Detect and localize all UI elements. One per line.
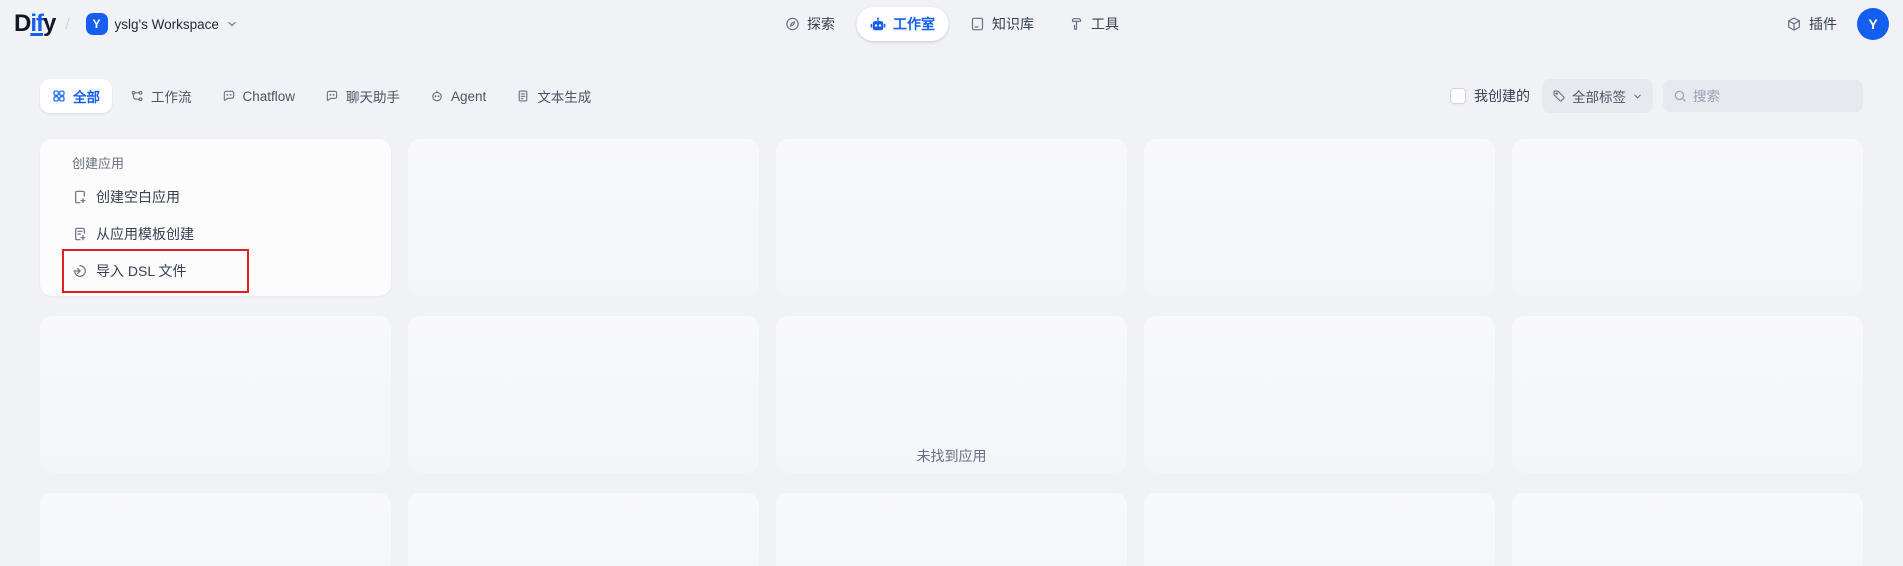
app-type-tabs: 全部 工作流 Chatflow 聊天助手 Agent xyxy=(40,79,603,113)
tab-label: Agent xyxy=(451,89,486,104)
filter-controls: 我创建的 全部标签 xyxy=(1450,79,1863,113)
grid-icon xyxy=(52,89,66,103)
header-left: Dify / Y yslg's Workspace xyxy=(14,9,244,39)
tab-chat-assistant[interactable]: 聊天助手 xyxy=(313,79,412,113)
compass-icon xyxy=(784,16,800,32)
app-card-placeholder xyxy=(1144,316,1495,473)
logo-letters-if: if xyxy=(30,10,43,37)
main-nav: 探索 工作室 知识库 工具 xyxy=(771,7,1132,41)
header-right: 插件 Y xyxy=(1778,8,1889,40)
workspace-name: yslg's Workspace xyxy=(115,17,219,32)
created-by-me-filter[interactable]: 我创建的 xyxy=(1450,86,1530,106)
app-card-placeholder xyxy=(1512,316,1863,473)
app-card-placeholder xyxy=(408,316,759,473)
tab-label: 全部 xyxy=(73,86,100,106)
tab-label: 文本生成 xyxy=(537,86,591,106)
breadcrumb-divider: / xyxy=(65,16,69,33)
nav-item-tools[interactable]: 工具 xyxy=(1055,7,1132,41)
create-blank-app-button[interactable]: 创建空白应用 xyxy=(72,183,371,211)
app-card-placeholder xyxy=(40,316,391,473)
chat-bubble-icon xyxy=(222,89,236,103)
tab-label: 聊天助手 xyxy=(346,86,400,106)
app-card-placeholder xyxy=(40,493,391,566)
tools-icon xyxy=(1068,16,1084,32)
created-by-me-checkbox[interactable] xyxy=(1450,88,1466,104)
app-card-placeholder xyxy=(1512,139,1863,296)
import-dsl-button[interactable]: 导入 DSL 文件 xyxy=(72,257,371,285)
tag-filter-dropdown[interactable]: 全部标签 xyxy=(1542,79,1653,113)
document-icon xyxy=(516,89,530,103)
search-icon xyxy=(1673,89,1687,103)
app-card-placeholder xyxy=(776,493,1127,566)
create-item-label: 导入 DSL 文件 xyxy=(96,261,187,281)
tab-workflow[interactable]: 工作流 xyxy=(118,79,204,113)
book-icon xyxy=(969,16,985,32)
create-from-template-button[interactable]: 从应用模板创建 xyxy=(72,220,371,248)
nav-item-label: 工作室 xyxy=(893,14,935,34)
plugins-label: 插件 xyxy=(1809,14,1837,34)
nav-item-knowledge[interactable]: 知识库 xyxy=(956,7,1047,41)
app-card-placeholder xyxy=(408,493,759,566)
tab-agent[interactable]: Agent xyxy=(418,82,498,111)
app-card-placeholder xyxy=(1512,493,1863,566)
dify-logo[interactable]: Dify xyxy=(14,10,55,38)
logo-letter-d: D xyxy=(14,10,30,37)
create-item-label: 从应用模板创建 xyxy=(96,224,194,244)
tab-chatflow[interactable]: Chatflow xyxy=(210,82,308,111)
app-header: Dify / Y yslg's Workspace 探索 工作室 xyxy=(0,0,1903,48)
agent-icon xyxy=(430,89,444,103)
search-box[interactable] xyxy=(1663,80,1863,112)
search-input[interactable] xyxy=(1693,89,1853,104)
tab-label: 工作流 xyxy=(151,86,192,106)
workflow-icon xyxy=(130,89,144,103)
chevron-down-icon xyxy=(226,18,238,30)
tab-text-generation[interactable]: 文本生成 xyxy=(504,79,603,113)
tag-filter-label: 全部标签 xyxy=(1572,86,1626,106)
robot-icon xyxy=(869,16,886,33)
empty-state-message: 未找到应用 xyxy=(917,446,987,466)
nav-item-label: 知识库 xyxy=(992,14,1034,34)
nav-item-explore[interactable]: 探索 xyxy=(771,7,848,41)
workspace-selector[interactable]: Y yslg's Workspace xyxy=(80,9,244,39)
create-blank-app-icon xyxy=(72,189,88,205)
create-app-title: 创建应用 xyxy=(72,155,371,173)
chevron-down-icon xyxy=(1632,91,1643,102)
created-by-me-label: 我创建的 xyxy=(1474,86,1530,106)
create-item-label: 创建空白应用 xyxy=(96,187,180,207)
app-card-placeholder xyxy=(1144,493,1495,566)
tag-icon xyxy=(1552,89,1566,103)
workspace-avatar: Y xyxy=(86,13,108,35)
cube-icon xyxy=(1786,16,1802,32)
nav-item-label: 探索 xyxy=(807,14,835,34)
apps-grid: 创建应用 创建空白应用 从应用模板创建 导入 DSL 文件 xyxy=(40,139,1863,566)
chat-bubble-icon xyxy=(325,89,339,103)
logo-letter-y: y xyxy=(43,10,55,37)
tab-label: Chatflow xyxy=(243,89,296,104)
tab-all[interactable]: 全部 xyxy=(40,79,112,113)
app-card-placeholder xyxy=(776,139,1127,296)
create-app-card: 创建应用 创建空白应用 从应用模板创建 导入 DSL 文件 xyxy=(40,139,391,296)
app-card-placeholder xyxy=(408,139,759,296)
nav-item-label: 工具 xyxy=(1091,14,1119,34)
create-from-template-icon xyxy=(72,226,88,242)
user-avatar[interactable]: Y xyxy=(1857,8,1889,40)
nav-item-studio[interactable]: 工作室 xyxy=(856,7,948,41)
import-dsl-icon xyxy=(72,263,88,279)
app-card-placeholder xyxy=(1144,139,1495,296)
apps-toolbar: 全部 工作流 Chatflow 聊天助手 Agent xyxy=(40,78,1863,114)
plugins-button[interactable]: 插件 xyxy=(1778,8,1845,40)
